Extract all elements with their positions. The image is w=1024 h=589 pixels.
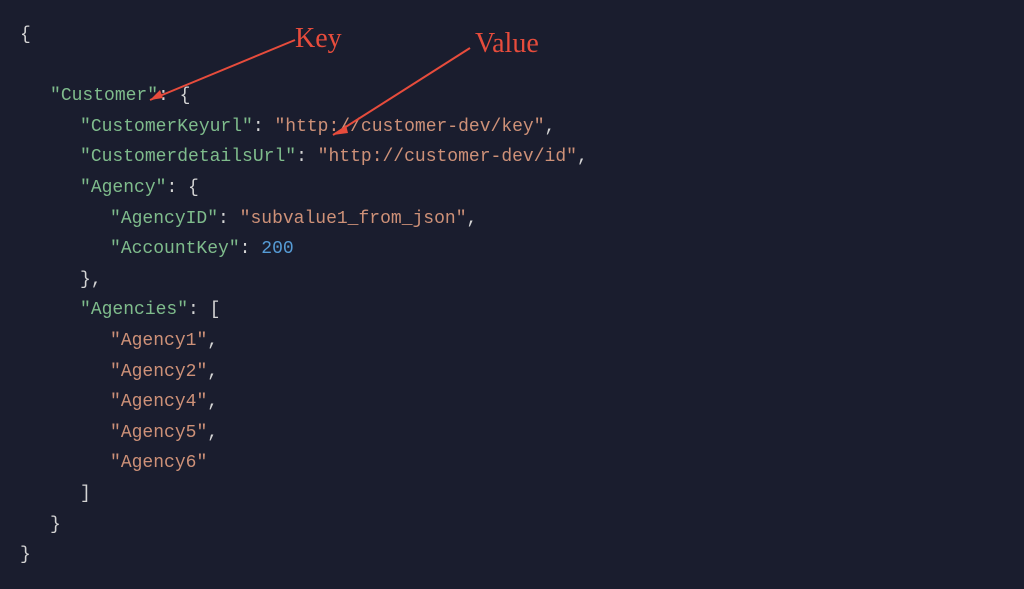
json-string: "http://customer-dev/key" [274,117,544,137]
json-string: "Agency2" [110,362,207,382]
json-key: "Agencies" [80,300,188,320]
json-string: "Agency1" [110,331,207,351]
code-line: "AccountKey": 200 [20,234,1004,265]
json-key: "AccountKey" [110,239,240,259]
colon: : [218,209,240,229]
code-line: "Customer": { [20,81,1004,112]
code-line-blank [20,51,1004,82]
json-key: "CustomerKeyurl" [80,117,253,137]
code-line: "Agency": { [20,173,1004,204]
comma: , [207,362,218,382]
json-key: "Customer" [50,86,158,106]
json-number: 200 [261,239,293,259]
json-string: "subvalue1_from_json" [240,209,467,229]
colon: : [253,117,275,137]
json-key: "Agency" [80,178,166,198]
open-brace: { [180,86,191,106]
comma: , [577,147,588,167]
json-string: "Agency6" [110,453,207,473]
code-line: "Agency4", [20,387,1004,418]
json-string: "Agency5" [110,423,207,443]
json-key: "AgencyID" [110,209,218,229]
code-line: } [20,510,1004,541]
code-line: "CustomerKeyurl": "http://customer-dev/k… [20,112,1004,143]
open-bracket: [ [210,300,221,320]
code-line: "Agencies": [ [20,295,1004,326]
comma: , [91,270,102,290]
code-line: }, [20,265,1004,296]
colon: : [188,300,210,320]
colon: : [240,239,262,259]
code-line: "Agency1", [20,326,1004,357]
close-bracket: ] [80,484,91,504]
colon: : [158,86,180,106]
json-string: "Agency4" [110,392,207,412]
open-brace: { [20,25,31,45]
open-brace: { [188,178,199,198]
json-string: "http://customer-dev/id" [318,147,577,167]
comma: , [467,209,478,229]
code-line: ] [20,479,1004,510]
code-line: { [20,20,1004,51]
code-line: "Agency6" [20,448,1004,479]
code-line: "Agency5", [20,418,1004,449]
code-line: } [20,540,1004,571]
code-line: "AgencyID": "subvalue1_from_json", [20,204,1004,235]
comma: , [207,331,218,351]
code-line: "Agency2", [20,357,1004,388]
close-brace: } [50,515,61,535]
comma: , [207,392,218,412]
colon: : [296,147,318,167]
close-brace: } [20,545,31,565]
json-code-block: Key Value { "Customer": { "CustomerKeyur… [20,20,1004,571]
code-line: "CustomerdetailsUrl": "http://customer-d… [20,142,1004,173]
colon: : [166,178,188,198]
comma: , [545,117,556,137]
close-brace: } [80,270,91,290]
json-key: "CustomerdetailsUrl" [80,147,296,167]
comma: , [207,423,218,443]
